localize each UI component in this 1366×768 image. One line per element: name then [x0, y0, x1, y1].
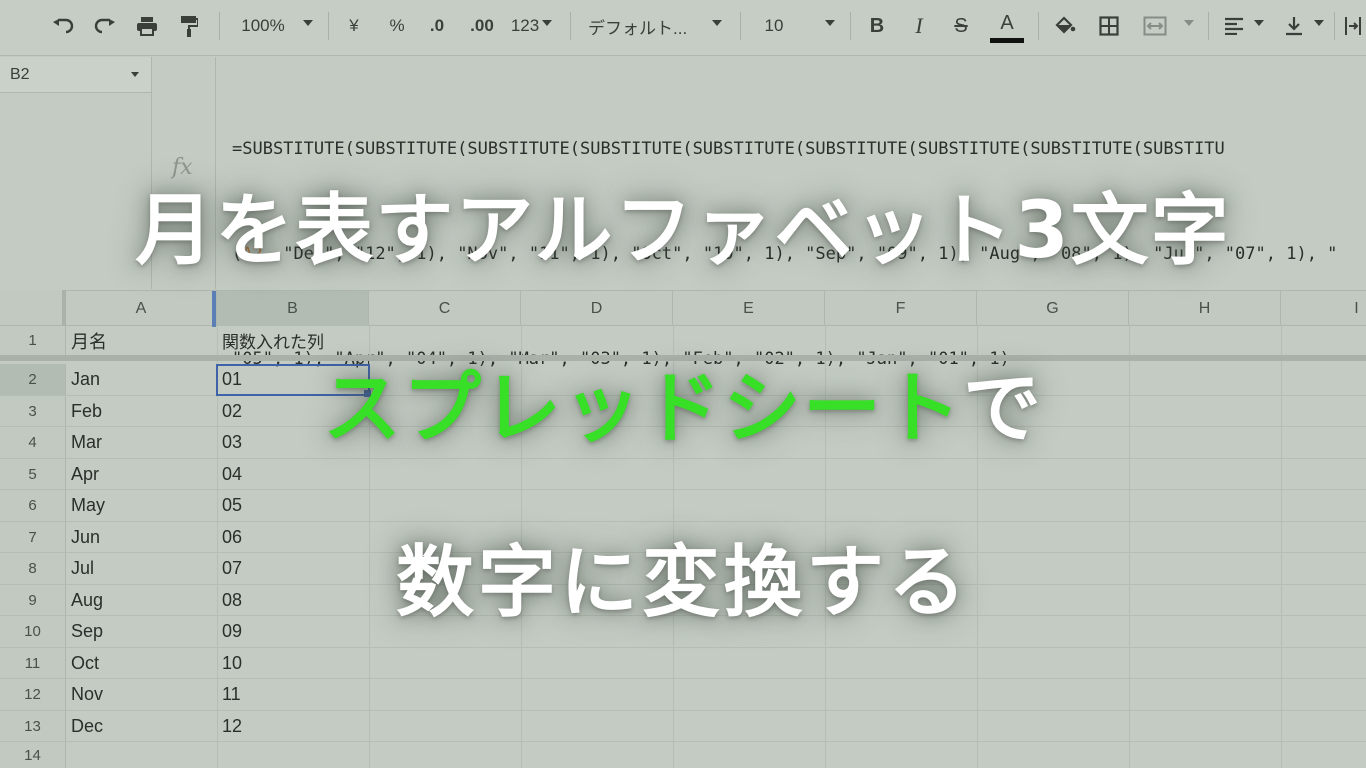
currency-format-button[interactable]: ¥: [342, 10, 366, 42]
cell-a12[interactable]: Nov: [66, 679, 217, 710]
row-number[interactable]: 13: [0, 711, 66, 741]
merge-cells-icon[interactable]: [1138, 10, 1172, 42]
column-b-selection-marker: [212, 291, 216, 327]
toolbar-divider: [1038, 12, 1039, 40]
text-wrap-icon[interactable]: [1340, 10, 1366, 42]
column-header-row: A B C D E F G H I: [0, 290, 1366, 326]
number-format-caret-icon[interactable]: [542, 20, 552, 26]
name-box[interactable]: B2: [0, 57, 152, 93]
redo-icon[interactable]: [90, 10, 120, 42]
column-header-d[interactable]: D: [521, 291, 673, 326]
name-box-caret-icon[interactable]: [131, 72, 139, 77]
select-all-corner[interactable]: [0, 290, 66, 326]
formula-line-1: =SUBSTITUTE(SUBSTITUTE(SUBSTITUTE(SUBSTI…: [232, 139, 1225, 159]
cell-b11[interactable]: 10: [217, 648, 369, 678]
headline-suffix-text: で: [963, 364, 1044, 454]
toolbar-divider: [219, 12, 220, 40]
cell-a11[interactable]: Oct: [66, 648, 217, 678]
font-size-caret-icon[interactable]: [825, 20, 835, 26]
cell-b13[interactable]: 12: [217, 711, 369, 741]
cell-b5[interactable]: 04: [217, 459, 369, 489]
headline-line-3: 数字に変換する: [395, 538, 970, 628]
headline-line-2: スプレッドシートで: [0, 346, 1366, 458]
column-header-i[interactable]: I: [1281, 291, 1366, 326]
decrease-decimal-button[interactable]: .0: [424, 10, 450, 42]
column-header-c[interactable]: C: [369, 291, 521, 326]
paint-format-icon[interactable]: [174, 10, 204, 42]
table-row: 13 Dec 12: [0, 711, 1366, 742]
column-header-b[interactable]: B: [217, 291, 369, 326]
toolbar-divider: [1334, 12, 1335, 40]
zoom-caret-icon[interactable]: [303, 20, 313, 26]
column-header-f[interactable]: F: [825, 291, 977, 326]
table-row: 14: [0, 742, 1366, 768]
name-box-value: B2: [10, 66, 30, 83]
text-color-swatch: [990, 38, 1024, 43]
row-number[interactable]: 12: [0, 679, 66, 710]
row-number[interactable]: 6: [0, 490, 66, 521]
font-family-select[interactable]: デフォルト...: [588, 10, 698, 42]
column-header-e[interactable]: E: [673, 291, 825, 326]
borders-icon[interactable]: [1094, 10, 1124, 42]
headline-line-1: 月を表すアルファベット3文字: [135, 186, 1231, 276]
italic-button[interactable]: I: [906, 10, 932, 42]
toolbar-divider: [1208, 12, 1209, 40]
strikethrough-button[interactable]: S: [948, 10, 974, 42]
vertical-align-caret-icon[interactable]: [1314, 20, 1324, 26]
zoom-select[interactable]: 100%: [238, 10, 288, 42]
bold-button[interactable]: B: [864, 10, 890, 42]
vertical-align-icon[interactable]: [1280, 10, 1308, 42]
headline-accent-text: スプレッドシート: [322, 364, 963, 454]
percent-format-button[interactable]: %: [385, 10, 409, 42]
increase-decimal-button[interactable]: .00: [466, 10, 498, 42]
toolbar-divider: [570, 12, 571, 40]
toolbar-divider: [740, 12, 741, 40]
toolbar-divider: [328, 12, 329, 40]
row-number[interactable]: 5: [0, 459, 66, 489]
row-number[interactable]: 11: [0, 648, 66, 678]
toolbar: 100% ¥ % .0 .00 123 デフォルト... 10 B I S A: [0, 0, 1366, 56]
align-caret-icon[interactable]: [1254, 20, 1264, 26]
undo-icon[interactable]: [48, 10, 78, 42]
table-row: 5 Apr 04: [0, 459, 1366, 490]
font-size-select[interactable]: 10: [760, 10, 788, 42]
cell-b6[interactable]: 05: [217, 490, 369, 521]
cell-a13[interactable]: Dec: [66, 711, 217, 741]
table-row: 11 Oct 10: [0, 648, 1366, 679]
table-row: 6 May 05: [0, 490, 1366, 522]
column-header-a[interactable]: A: [66, 291, 217, 326]
column-header-h[interactable]: H: [1129, 291, 1281, 326]
print-icon[interactable]: [132, 10, 162, 42]
table-row: 12 Nov 11: [0, 679, 1366, 711]
fill-color-icon[interactable]: [1050, 10, 1080, 42]
row-number[interactable]: 14: [0, 742, 66, 768]
toolbar-divider: [850, 12, 851, 40]
merge-caret-icon[interactable]: [1184, 20, 1194, 26]
number-format-button[interactable]: 123: [508, 10, 542, 42]
cell-a5[interactable]: Apr: [66, 459, 217, 489]
cell-b12[interactable]: 11: [217, 679, 369, 710]
cell-a6[interactable]: May: [66, 490, 217, 521]
font-family-caret-icon[interactable]: [712, 20, 722, 26]
align-left-icon[interactable]: [1220, 10, 1248, 42]
column-header-g[interactable]: G: [977, 291, 1129, 326]
